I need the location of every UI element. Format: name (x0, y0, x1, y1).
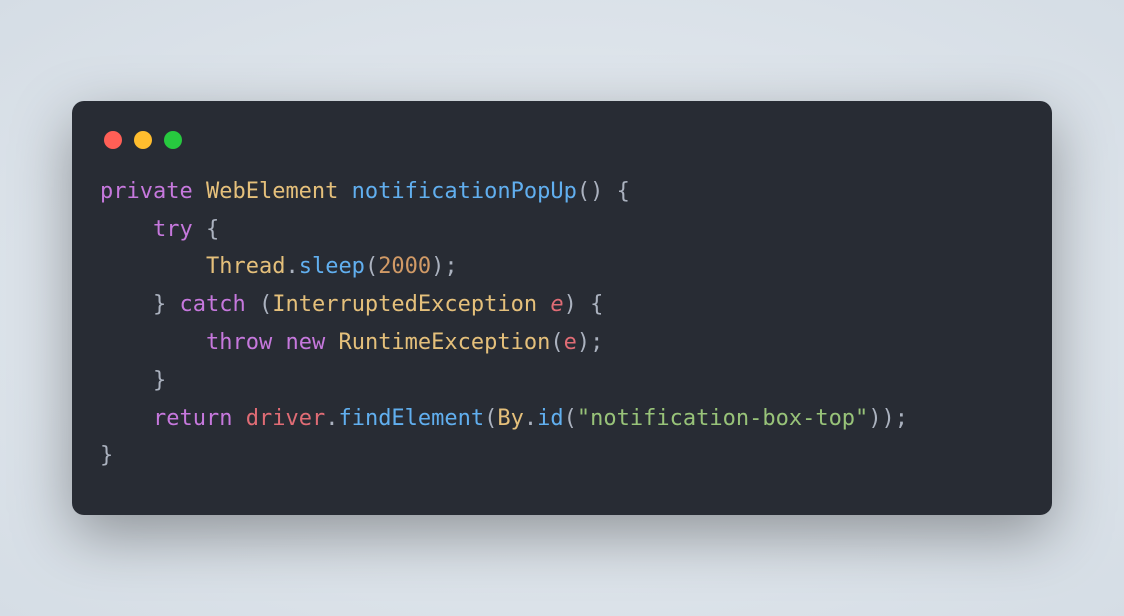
code-token (100, 406, 153, 431)
code-token: ( (365, 254, 378, 279)
code-token: return (153, 406, 232, 431)
code-token (100, 254, 206, 279)
code-token (193, 179, 206, 204)
code-token: e (564, 330, 577, 355)
code-token: ( (564, 406, 577, 431)
code-token: { (617, 179, 630, 204)
code-token: ( (259, 292, 272, 317)
code-token: By (497, 406, 524, 431)
code-token (100, 292, 153, 317)
code-token: . (325, 406, 338, 431)
code-token: } (153, 292, 166, 317)
code-token: findElement (338, 406, 484, 431)
minimize-icon[interactable] (134, 131, 152, 149)
code-window: private WebElement notificationPopUp() {… (72, 101, 1052, 516)
code-token: ) (564, 292, 577, 317)
code-token: driver (246, 406, 325, 431)
code-token: ( (550, 330, 563, 355)
code-token (100, 368, 153, 393)
code-token: Thread (206, 254, 285, 279)
maximize-icon[interactable] (164, 131, 182, 149)
window-titlebar (100, 125, 1024, 173)
code-token: . (285, 254, 298, 279)
close-icon[interactable] (104, 131, 122, 149)
code-token: { (206, 217, 219, 242)
code-token: 2000 (378, 254, 431, 279)
code-token (232, 406, 245, 431)
code-token: () (577, 179, 604, 204)
code-token (603, 179, 616, 204)
code-token (537, 292, 550, 317)
code-token: "notification-box-top" (577, 406, 868, 431)
code-token (100, 330, 206, 355)
code-token (100, 217, 153, 242)
code-token (166, 292, 179, 317)
code-token (338, 179, 351, 204)
code-token: { (590, 292, 603, 317)
code-block: private WebElement notificationPopUp() {… (100, 173, 1024, 476)
code-token (325, 330, 338, 355)
code-token: id (537, 406, 564, 431)
code-token: ( (484, 406, 497, 431)
code-token: RuntimeException (338, 330, 550, 355)
code-token: InterruptedException (272, 292, 537, 317)
code-token: notificationPopUp (352, 179, 577, 204)
code-token (246, 292, 259, 317)
code-token: WebElement (206, 179, 338, 204)
code-token: ); (431, 254, 458, 279)
code-token (577, 292, 590, 317)
code-token: catch (179, 292, 245, 317)
code-token (272, 330, 285, 355)
code-token: } (100, 443, 113, 468)
code-token: )); (868, 406, 908, 431)
code-token (193, 217, 206, 242)
code-token: try (153, 217, 193, 242)
code-token: throw (206, 330, 272, 355)
code-token: private (100, 179, 193, 204)
code-token: e (550, 292, 563, 317)
code-token: } (153, 368, 166, 393)
code-token: sleep (299, 254, 365, 279)
code-token: . (524, 406, 537, 431)
code-token: new (285, 330, 325, 355)
code-token: ); (577, 330, 604, 355)
